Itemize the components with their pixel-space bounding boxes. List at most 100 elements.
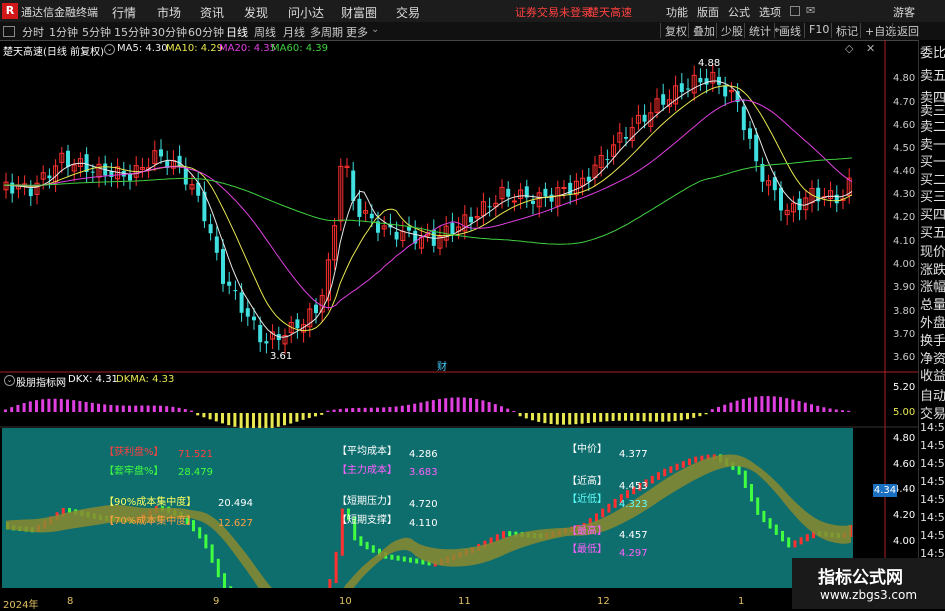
btn-back[interactable]: 返回 [892, 23, 923, 38]
x-tick-jan: 1 [738, 596, 745, 607]
mid-price-label: 【中价】 [567, 444, 607, 455]
btn-stats[interactable]: 统计 [744, 23, 775, 38]
menu-item-trade[interactable]: 交易 [396, 4, 420, 21]
candle-body [506, 188, 511, 197]
c70-label: 【70%成本集中度】 [104, 516, 197, 527]
btn-f10[interactable]: F10 [804, 23, 833, 38]
period-1min[interactable]: 1分钟 [49, 24, 78, 40]
indicator-bar [134, 405, 138, 412]
chip-candle [396, 555, 400, 561]
chip-candle [508, 531, 512, 537]
indicator-bar [599, 413, 603, 422]
auto-trade-label[interactable]: 自动 [920, 385, 945, 404]
menu-item-function[interactable]: 功能 [666, 4, 688, 20]
indicator-bar [779, 397, 782, 412]
period-daily[interactable]: 日线 [226, 24, 248, 40]
login-status[interactable]: 证券交易未登录 [515, 4, 592, 20]
menu-item-options[interactable]: 选项 [759, 4, 781, 20]
user-label[interactable]: 游客 [893, 4, 915, 20]
candle-body [369, 213, 374, 219]
chip-candle [409, 557, 412, 563]
toolbar-toggle-icon[interactable] [3, 26, 15, 37]
indicator-bar [574, 413, 578, 425]
indicator-bar [506, 408, 510, 412]
mail-icon[interactable]: ✉ [806, 4, 815, 17]
rp-item: 总量 [920, 298, 945, 313]
rp-time: 14:56 [920, 475, 945, 488]
chip-candle [390, 554, 394, 560]
candle-body [394, 231, 399, 240]
chip-candle [328, 579, 332, 588]
indicator-bar [748, 397, 751, 412]
y-tick: 3.70 [893, 329, 916, 340]
indicator-bar [834, 409, 838, 412]
candle-body [549, 194, 554, 202]
indicator-bar [35, 400, 38, 412]
candle-body [698, 77, 703, 83]
indicator-settings-icon[interactable]: ⌄ [4, 375, 15, 386]
indicator-bar [425, 401, 429, 412]
indicator-bar [239, 413, 243, 429]
period-more[interactable]: 更多 [346, 24, 368, 40]
ind-y-tick: 4.80 [893, 433, 916, 444]
indicator-bar [140, 405, 144, 412]
menu-item-quotes[interactable]: 行情 [112, 4, 136, 21]
rp-item: 现价 [920, 245, 945, 260]
menu-item-wealth[interactable]: 财富圈 [341, 4, 377, 21]
y-tick: 4.10 [893, 236, 916, 247]
rp-item: 外盘 [920, 316, 945, 331]
period-15min[interactable]: 15分钟 [114, 24, 150, 40]
btn-mark[interactable]: 标记 [831, 23, 862, 38]
period-5min[interactable]: 5分钟 [82, 24, 111, 40]
candle-body [450, 222, 455, 235]
indicator-bar [704, 413, 708, 415]
rp-item: 买三 [920, 190, 945, 205]
indicator-bar [487, 402, 491, 412]
menu-item-layout[interactable]: 版面 [697, 4, 719, 20]
chip-candle [675, 463, 679, 471]
short-press-label: 【短期压力】 [337, 496, 397, 507]
finance-marker[interactable]: 财 [437, 358, 447, 373]
indicator-bar [146, 405, 150, 412]
y-tick: 4.60 [893, 120, 916, 131]
auto-trade-label[interactable]: 交易 [920, 403, 945, 422]
menu-item-ask[interactable]: 问小达 [288, 4, 324, 21]
indicator-bar [295, 413, 299, 422]
period-tick[interactable]: 分时 [22, 24, 44, 40]
indicator-bar [723, 404, 727, 412]
near-high-value: 4.453 [619, 481, 648, 492]
indicator-bar [382, 407, 386, 412]
period-30min[interactable]: 30分钟 [151, 24, 187, 40]
indicator-bar [803, 402, 807, 412]
c90-value: 20.494 [218, 498, 253, 509]
indicator-bar [159, 405, 162, 412]
btn-fewer-stocks[interactable]: 少股 [716, 23, 747, 38]
more-dropdown-icon[interactable]: ⌄ [371, 24, 379, 35]
menu-item-formula[interactable]: 公式 [728, 4, 750, 20]
btn-overlay[interactable]: 叠加 [688, 23, 719, 38]
indicator-bar [531, 413, 534, 421]
indicator-bar [617, 413, 621, 421]
chip-candle [774, 524, 778, 535]
indicator-bar [314, 413, 317, 417]
indicator-bar [363, 407, 367, 412]
period-weekly[interactable]: 周线 [254, 24, 276, 40]
y-tick: 4.80 [893, 73, 916, 84]
btn-adjust[interactable]: 复权 [660, 23, 691, 38]
window-menu-icon[interactable] [790, 6, 800, 16]
period-multi[interactable]: 多周期 [310, 24, 343, 40]
menu-item-market[interactable]: 市场 [157, 4, 181, 21]
btn-draw[interactable]: 画线 [774, 23, 805, 38]
indicator-bar [679, 413, 683, 421]
indicator-bar [481, 400, 485, 412]
y-tick: 3.60 [893, 352, 916, 363]
menu-item-discover[interactable]: 发现 [244, 4, 268, 21]
candle-body [487, 206, 492, 208]
menu-item-news[interactable]: 资讯 [200, 4, 224, 21]
period-monthly[interactable]: 月线 [283, 24, 305, 40]
indicator-bar [388, 407, 392, 412]
indicator-bar [512, 410, 516, 412]
period-60min[interactable]: 60分钟 [188, 24, 224, 40]
candle-body [686, 88, 690, 90]
high-label: 4.88 [698, 58, 721, 69]
